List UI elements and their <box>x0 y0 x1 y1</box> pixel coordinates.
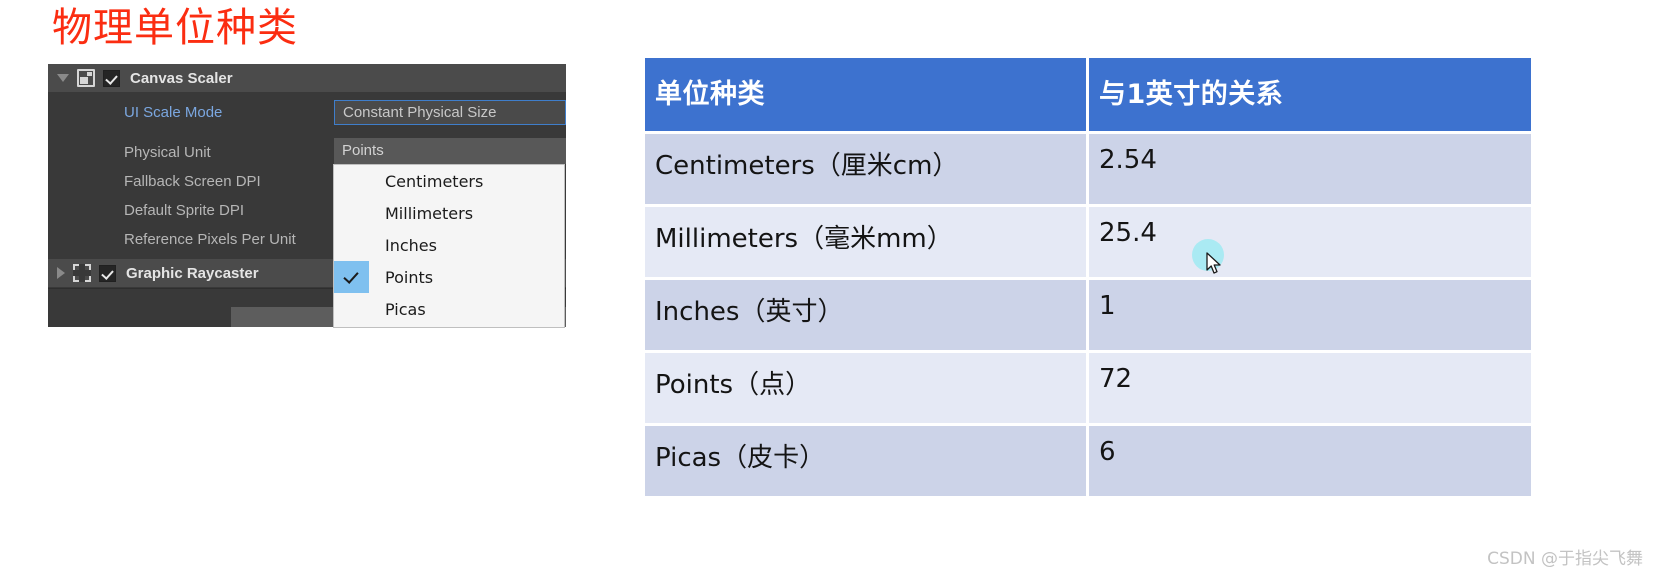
dropdown-item-label: Centimeters <box>385 171 484 191</box>
component-header-canvas-scaler[interactable]: Canvas Scaler <box>48 64 566 92</box>
property-label-fallback-screen-dpi[interactable]: Fallback Screen DPI <box>124 173 261 190</box>
dropdown-item-picas[interactable]: Picas <box>334 293 564 325</box>
table-row: Inches（英寸） 1 <box>645 280 1531 353</box>
table-cell-relation: 2.54 <box>1089 134 1531 207</box>
dropdown-item-millimeters[interactable]: Millimeters <box>334 197 564 229</box>
property-label-ui-scale-mode[interactable]: UI Scale Mode <box>124 104 222 121</box>
dropdown-checkmark-icon <box>334 261 369 293</box>
page-title: 物理单位种类 <box>52 5 298 51</box>
table-row: Points（点） 72 <box>645 353 1531 426</box>
property-label-physical-unit[interactable]: Physical Unit <box>124 144 211 161</box>
foldout-triangle-right-icon[interactable] <box>57 267 65 279</box>
table-cell-unit: Millimeters（毫米mm） <box>645 207 1089 280</box>
dropdown-check-slot <box>334 197 369 229</box>
table-header-row: 单位种类 与1英寸的关系 <box>645 58 1531 134</box>
table-header-unit-type: 单位种类 <box>645 58 1089 134</box>
dropdown-item-label: Points <box>385 267 434 287</box>
dropdown-item-label: Millimeters <box>385 203 474 223</box>
physical-unit-dropdown-field[interactable]: Points <box>334 138 566 164</box>
dropdown-check-slot <box>334 293 369 325</box>
graphic-raycaster-enabled-checkbox[interactable] <box>99 264 116 282</box>
table-row: Centimeters（厘米cm） 2.54 <box>645 134 1531 207</box>
watermark-text: CSDN @于指尖飞舞 <box>1487 549 1643 569</box>
property-label-reference-pixels-per-unit[interactable]: Reference Pixels Per Unit <box>124 231 296 248</box>
foldout-triangle-down-icon[interactable] <box>57 74 69 82</box>
table-cell-relation: 6 <box>1089 426 1531 499</box>
table-row: Millimeters（毫米mm） 25.4 <box>645 207 1531 280</box>
dropdown-check-slot <box>334 229 369 261</box>
canvas-scaler-icon <box>77 69 95 87</box>
property-label-default-sprite-dpi[interactable]: Default Sprite DPI <box>124 202 244 219</box>
dropdown-item-label: Inches <box>385 235 437 255</box>
dropdown-check-slot <box>334 165 369 197</box>
table-cell-relation: 1 <box>1089 280 1531 353</box>
component-title-canvas-scaler: Canvas Scaler <box>130 69 233 87</box>
graphic-raycaster-icon <box>73 264 91 282</box>
dropdown-item-centimeters[interactable]: Centimeters <box>334 165 564 197</box>
table-cell-unit: Inches（英寸） <box>645 280 1089 353</box>
table-row: Picas（皮卡） 6 <box>645 426 1531 499</box>
dropdown-item-points[interactable]: Points <box>334 261 564 293</box>
component-title-graphic-raycaster: Graphic Raycaster <box>126 264 259 282</box>
physical-unit-dropdown-menu[interactable]: Centimeters Millimeters Inches Points Pi… <box>333 164 565 328</box>
table-cell-unit: Picas（皮卡） <box>645 426 1089 499</box>
dropdown-item-inches[interactable]: Inches <box>334 229 564 261</box>
physical-units-table: 单位种类 与1英寸的关系 Centimeters（厘米cm） 2.54 Mill… <box>645 58 1531 499</box>
table-cell-unit: Points（点） <box>645 353 1089 426</box>
table-header-relation: 与1英寸的关系 <box>1089 58 1531 134</box>
ui-scale-mode-dropdown-field[interactable]: Constant Physical Size <box>334 100 566 125</box>
dropdown-item-label: Picas <box>385 299 426 319</box>
table-cell-relation: 25.4 <box>1089 207 1531 280</box>
table-cell-unit: Centimeters（厘米cm） <box>645 134 1089 207</box>
table-cell-relation: 72 <box>1089 353 1531 426</box>
canvas-scaler-enabled-checkbox[interactable] <box>103 69 120 87</box>
